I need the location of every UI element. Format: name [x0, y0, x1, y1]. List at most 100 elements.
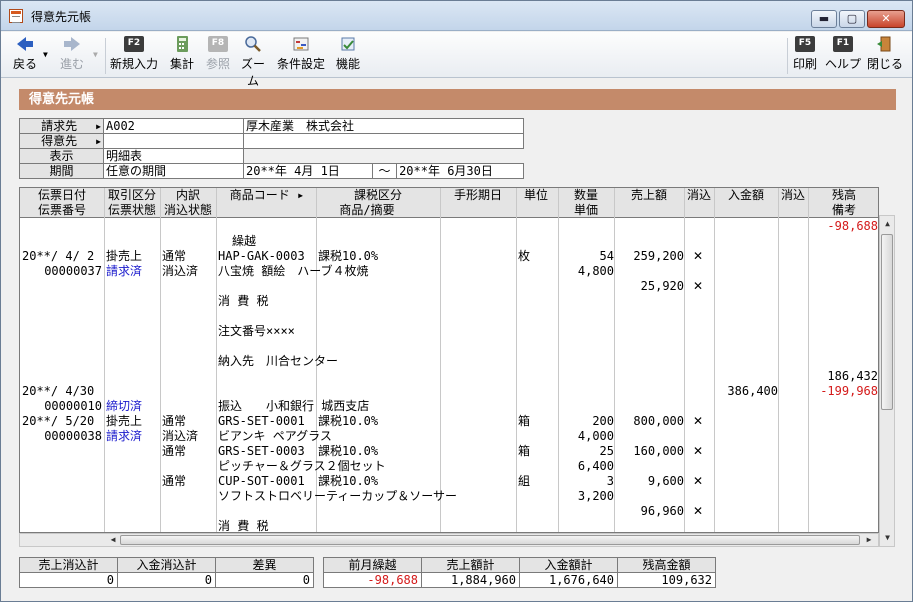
col-slip-no[interactable]: 伝票番号 — [22, 203, 102, 217]
cell-type[interactable]: 掛売上 — [106, 414, 160, 429]
col-payment[interactable]: 入金額 — [714, 188, 778, 202]
cell-unit[interactable]: 組 — [518, 474, 556, 489]
cell-breakdown[interactable]: 通常 — [162, 474, 216, 489]
col-breakdown[interactable]: 内訳 — [160, 188, 216, 202]
cell-code[interactable]: GRS-SET-0003 — [218, 444, 316, 459]
scroll-left-icon[interactable]: ◀ — [106, 534, 120, 546]
cell-date[interactable]: 20**/ 4/30 — [22, 384, 102, 399]
col-clear-state[interactable]: 消込状態 — [160, 203, 216, 217]
cell-desc[interactable]: ピッチャー＆グラス２個セット — [218, 459, 516, 474]
cell-state[interactable]: 締切済 — [106, 399, 160, 414]
cell-payment[interactable]: 386,400 — [716, 384, 778, 399]
cell-desc[interactable]: 消 費 税 — [218, 519, 516, 532]
period-type[interactable]: 任意の期間 — [103, 163, 244, 179]
minimize-button[interactable]: ▬ — [811, 10, 837, 28]
col-balance[interactable]: 残高 — [808, 188, 878, 202]
forward-button[interactable]: 進む — [55, 36, 89, 76]
cell-slip[interactable]: 00000038 — [22, 429, 102, 444]
cell-sales[interactable]: 9,600 — [616, 474, 684, 489]
col-clear2[interactable]: 消込 — [778, 188, 808, 202]
col-slip-date[interactable]: 伝票日付 — [22, 188, 102, 202]
col-qty[interactable]: 数量 — [558, 188, 614, 202]
cell-desc[interactable]: 注文番号×××× — [218, 324, 516, 339]
zoom-button[interactable]: ズーム — [237, 36, 269, 88]
cell-qty[interactable]: 200 — [560, 414, 614, 429]
cell-date[interactable]: 20**/ 4/ 2 — [22, 249, 102, 264]
forward-dropdown-icon[interactable]: ▼ — [93, 50, 98, 59]
cell-qty[interactable]: 54 — [560, 249, 614, 264]
col-clear1[interactable]: 消込 — [684, 188, 714, 202]
cell-tax[interactable]: 課税10.0% — [318, 474, 438, 489]
total-button[interactable]: 集計 — [167, 36, 197, 76]
function-button[interactable]: 機能 — [333, 36, 363, 76]
cell-slip[interactable]: 00000037 — [22, 264, 102, 279]
cell-desc[interactable]: 繰越 — [232, 234, 530, 249]
cell-sales[interactable]: 160,000 — [616, 444, 684, 459]
cell-balance[interactable]: -199,968 — [810, 384, 878, 399]
col-price[interactable]: 単価 — [558, 203, 614, 217]
cell-breakdown[interactable]: 通常 — [162, 249, 216, 264]
cell-date[interactable]: 20**/ 5/20 — [22, 414, 102, 429]
cell-desc[interactable]: 振込 小和銀行 城西支店 — [218, 399, 516, 414]
cell-desc[interactable]: ソフトストロベリーティーカップ＆ソーサー — [218, 489, 516, 504]
cleared-x-icon[interactable]: ✕ — [693, 504, 703, 519]
bill-to-code[interactable]: A002 — [103, 118, 244, 134]
maximize-button[interactable]: ▢ — [839, 10, 865, 28]
cell-code[interactable]: CUP-SOT-0001 — [218, 474, 316, 489]
cell-sales[interactable]: 25,920 — [616, 279, 684, 294]
cleared-x-icon[interactable]: ✕ — [693, 414, 703, 429]
cleared-x-icon[interactable]: ✕ — [693, 249, 703, 264]
col-sales[interactable]: 売上額 — [614, 188, 684, 202]
horizontal-scrollbar[interactable]: ◀ ▶ — [19, 533, 879, 547]
cleared-x-icon[interactable]: ✕ — [693, 474, 703, 489]
cell-slip[interactable]: 00000010 — [22, 399, 102, 414]
cell-unit[interactable]: 箱 — [518, 414, 556, 429]
cell-tax[interactable]: 課税10.0% — [318, 249, 438, 264]
cell-price[interactable]: 4,800 — [560, 264, 614, 279]
cell-balance[interactable]: 186,432 — [810, 369, 878, 384]
cell-type[interactable]: 掛売上 — [106, 249, 160, 264]
col-trans-type[interactable]: 取引区分 — [104, 188, 160, 202]
cell-price[interactable]: 3,200 — [560, 489, 614, 504]
cleared-x-icon[interactable]: ✕ — [693, 279, 703, 294]
back-dropdown-icon[interactable]: ▼ — [43, 50, 48, 59]
cell-qty[interactable]: 25 — [560, 444, 614, 459]
display-value[interactable]: 明細表 — [103, 148, 244, 164]
cell-code[interactable]: HAP-GAK-0003 — [218, 249, 316, 264]
hscroll-thumb[interactable] — [120, 535, 860, 545]
cell-unit[interactable]: 枚 — [518, 249, 556, 264]
customer-code[interactable] — [103, 133, 244, 149]
cell-code[interactable]: GRS-SET-0001 — [218, 414, 316, 429]
period-to[interactable]: 20**年 6月30日 — [396, 163, 524, 179]
col-item-desc[interactable]: 商品/摘要 — [218, 203, 516, 217]
cell-desc[interactable]: 八宝焼 額絵 ハーブ４枚焼 — [218, 264, 516, 279]
period-from[interactable]: 20**年 4月 1日 — [243, 163, 373, 179]
close-window-button[interactable]: ✕ — [867, 10, 905, 28]
col-remarks[interactable]: 備考 — [808, 203, 878, 217]
cell-clear[interactable]: 消込済 — [162, 264, 216, 279]
cell-breakdown[interactable]: 通常 — [162, 444, 216, 459]
col-unit[interactable]: 単位 — [516, 188, 556, 202]
cell-desc[interactable]: ビアンキ ペアグラス — [218, 429, 516, 444]
customer-label[interactable]: 得意先 ▶ — [19, 133, 104, 149]
cell-unit[interactable]: 箱 — [518, 444, 556, 459]
cell-qty[interactable]: 3 — [560, 474, 614, 489]
scroll-down-icon[interactable]: ▼ — [881, 531, 894, 545]
cell-sales[interactable]: 96,960 — [616, 504, 684, 519]
scroll-up-icon[interactable]: ▲ — [881, 217, 894, 231]
help-button[interactable]: F1 ヘルプ — [825, 36, 861, 76]
cell-breakdown[interactable]: 通常 — [162, 414, 216, 429]
new-entry-button[interactable]: F2 新規入力 — [109, 36, 159, 76]
cell-clear[interactable]: 消込済 — [162, 429, 216, 444]
bill-to-label[interactable]: 請求先 ▶ — [19, 118, 104, 134]
cell-desc[interactable]: 消 費 税 — [218, 294, 516, 309]
print-button[interactable]: F5 印刷 — [791, 36, 819, 76]
back-button[interactable]: 戻る — [9, 36, 41, 76]
cell-balance[interactable]: -98,688 — [810, 219, 878, 234]
cell-state[interactable]: 請求済 — [106, 429, 160, 444]
reference-button[interactable]: F8 参照 — [203, 36, 233, 76]
cell-tax[interactable]: 課税10.0% — [318, 444, 438, 459]
scroll-thumb[interactable] — [881, 234, 893, 410]
cell-desc[interactable]: 納入先 川合センター — [218, 354, 516, 369]
cell-tax[interactable]: 課税10.0% — [318, 414, 438, 429]
